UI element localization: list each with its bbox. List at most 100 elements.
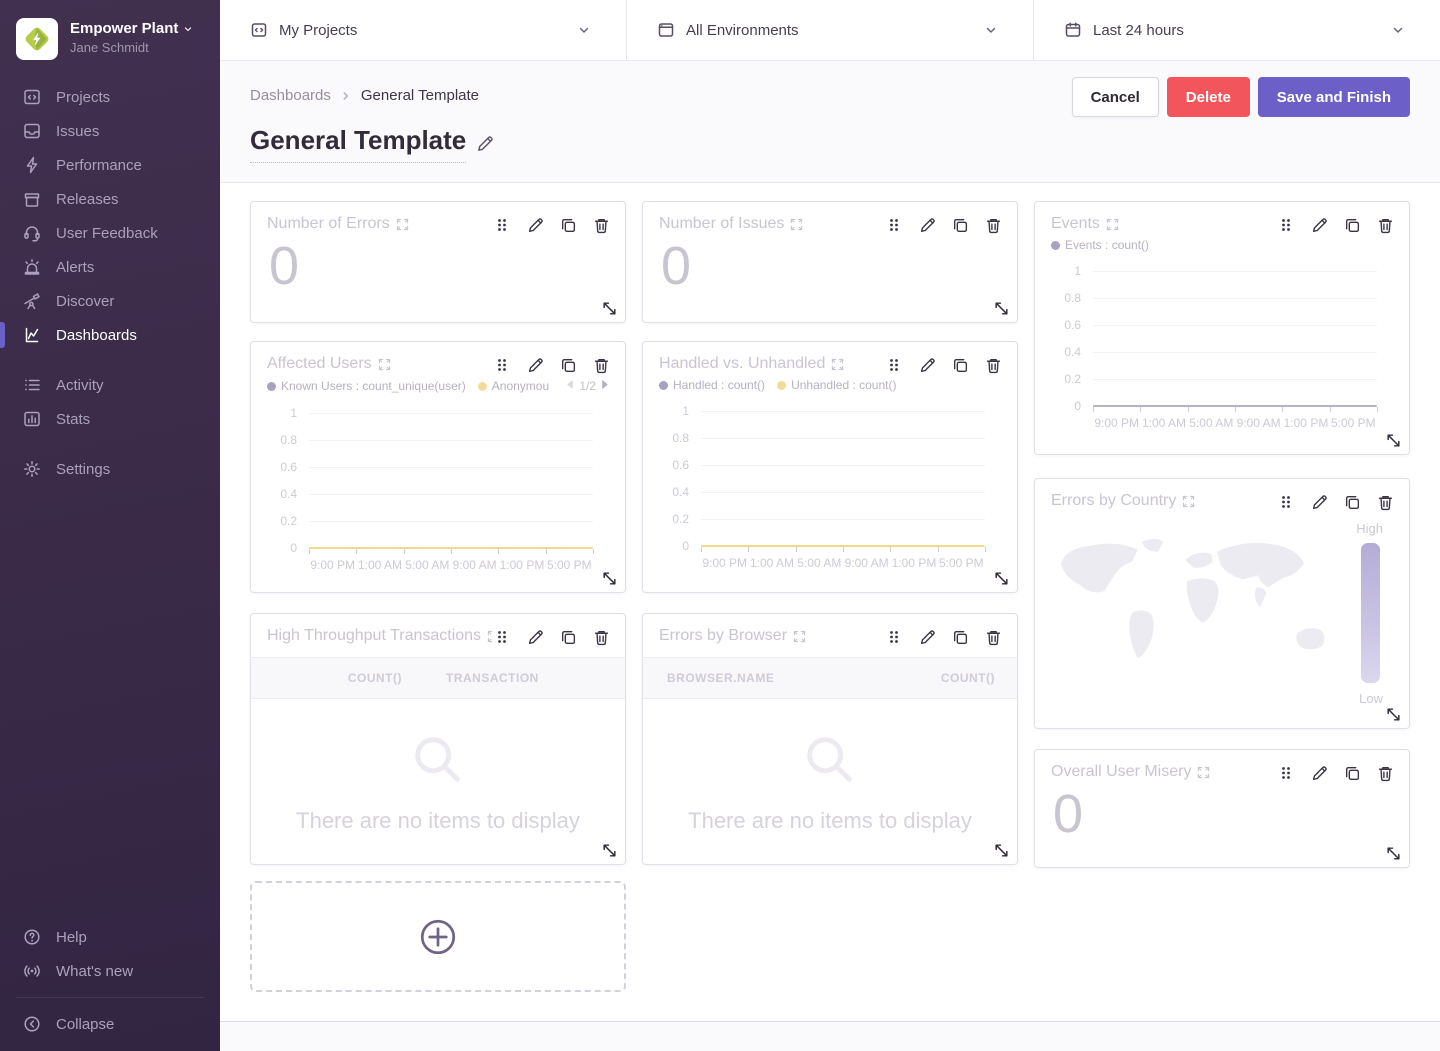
delete-widget-icon[interactable]	[591, 627, 611, 647]
sidebar-item-dashboards[interactable]: Dashboards	[0, 318, 220, 352]
drag-handle-icon[interactable]	[1276, 763, 1296, 783]
column-header[interactable]: COUNT()	[941, 671, 1017, 685]
pagination-prev-icon[interactable]	[564, 378, 575, 394]
sidebar-item-performance[interactable]: Performance	[0, 148, 220, 182]
drag-handle-icon[interactable]	[884, 355, 904, 375]
resize-handle-icon[interactable]	[601, 842, 618, 859]
delete-widget-icon[interactable]	[983, 215, 1003, 235]
delete-widget-icon[interactable]	[591, 215, 611, 235]
resize-handle-icon[interactable]	[1385, 845, 1402, 862]
resize-handle-icon[interactable]	[993, 300, 1010, 317]
expand-icon[interactable]	[793, 630, 806, 643]
resize-handle-icon[interactable]	[1385, 432, 1402, 449]
expand-icon[interactable]	[1197, 766, 1210, 779]
expand-icon[interactable]	[831, 358, 844, 371]
sidebar-item-activity[interactable]: Activity	[0, 368, 220, 402]
resize-handle-icon[interactable]	[601, 570, 618, 587]
drag-handle-icon[interactable]	[492, 355, 512, 375]
delete-widget-icon[interactable]	[1375, 215, 1395, 235]
sidebar-item-label: Releases	[56, 191, 119, 208]
widget-value: 0	[1053, 785, 1409, 843]
sidebar-item-stats[interactable]: Stats	[0, 402, 220, 436]
duplicate-widget-icon[interactable]	[558, 355, 578, 375]
column-header[interactable]: BROWSER.NAME	[643, 671, 941, 685]
expand-icon[interactable]	[378, 358, 391, 371]
org-logo	[16, 18, 58, 60]
chevron-down-icon	[983, 22, 999, 38]
widget-value: 0	[269, 237, 625, 295]
edit-title-icon[interactable]	[476, 135, 494, 153]
delete-widget-icon[interactable]	[591, 355, 611, 375]
add-widget-button[interactable]	[250, 881, 626, 992]
drag-handle-icon[interactable]	[1276, 492, 1296, 512]
duplicate-widget-icon[interactable]	[950, 627, 970, 647]
resize-handle-icon[interactable]	[993, 842, 1010, 859]
resize-handle-icon[interactable]	[993, 570, 1010, 587]
sidebar-item-label: Alerts	[56, 259, 94, 276]
legend-label: Known Users : count_unique(user)	[281, 379, 466, 393]
edit-widget-icon[interactable]	[525, 627, 545, 647]
drag-handle-icon[interactable]	[884, 627, 904, 647]
legend-item[interactable]: Unhandled : count()	[777, 378, 896, 392]
sidebar-item-settings[interactable]: Settings	[0, 452, 220, 486]
environment-filter-dropdown[interactable]: All Environments	[626, 0, 1033, 60]
sidebar-item-alerts[interactable]: Alerts	[0, 250, 220, 284]
resize-handle-icon[interactable]	[601, 300, 618, 317]
time-range-dropdown[interactable]: Last 24 hours	[1033, 0, 1440, 60]
sidebar-item-discover[interactable]: Discover	[0, 284, 220, 318]
drag-handle-icon[interactable]	[884, 215, 904, 235]
edit-widget-icon[interactable]	[525, 355, 545, 375]
sidebar-item-user-feedback[interactable]: User Feedback	[0, 216, 220, 250]
duplicate-widget-icon[interactable]	[1342, 492, 1362, 512]
edit-widget-icon[interactable]	[1309, 763, 1329, 783]
page-header: Dashboards General Template Cancel Delet…	[220, 61, 1440, 182]
pagination-next-icon[interactable]	[600, 378, 611, 394]
save-and-finish-button[interactable]: Save and Finish	[1258, 77, 1410, 117]
breadcrumb-dashboards[interactable]: Dashboards	[250, 87, 331, 104]
edit-widget-icon[interactable]	[1309, 215, 1329, 235]
column-header[interactable]: TRANSACTION	[438, 671, 625, 685]
drag-handle-icon[interactable]	[1276, 215, 1296, 235]
column-header[interactable]: COUNT()	[251, 671, 438, 685]
drag-handle-icon[interactable]	[492, 215, 512, 235]
edit-widget-icon[interactable]	[1309, 492, 1329, 512]
sidebar-item-help[interactable]: Help	[0, 920, 220, 954]
sidebar-item-issues[interactable]: Issues	[0, 114, 220, 148]
edit-widget-icon[interactable]	[917, 355, 937, 375]
page-title[interactable]: General Template	[250, 125, 466, 163]
duplicate-widget-icon[interactable]	[1342, 763, 1362, 783]
legend-dot	[777, 381, 786, 390]
sidebar-item-collapse[interactable]: Collapse	[0, 1007, 220, 1041]
org-switcher[interactable]: Empower Plant Jane Schmidt	[0, 0, 220, 76]
sidebar-item-whats-new[interactable]: What's new	[0, 954, 220, 988]
legend-item[interactable]: Events : count()	[1051, 238, 1149, 252]
legend-item[interactable]: Known Users : count_unique(user)	[267, 379, 466, 393]
legend-item[interactable]: Handled : count()	[659, 378, 765, 392]
widget-title: Affected Users	[267, 355, 372, 373]
drag-handle-icon[interactable]	[492, 627, 512, 647]
edit-widget-icon[interactable]	[917, 627, 937, 647]
legend-item[interactable]: Anonymou	[478, 379, 553, 393]
expand-icon[interactable]	[790, 218, 803, 231]
delete-widget-icon[interactable]	[983, 627, 1003, 647]
legend-dot	[478, 382, 487, 391]
cancel-button[interactable]: Cancel	[1072, 77, 1159, 117]
expand-icon[interactable]	[396, 218, 409, 231]
delete-widget-icon[interactable]	[1375, 763, 1395, 783]
duplicate-widget-icon[interactable]	[950, 355, 970, 375]
expand-icon[interactable]	[1182, 495, 1195, 508]
duplicate-widget-icon[interactable]	[558, 215, 578, 235]
duplicate-widget-icon[interactable]	[950, 215, 970, 235]
sidebar-item-releases[interactable]: Releases	[0, 182, 220, 216]
resize-handle-icon[interactable]	[1385, 706, 1402, 723]
edit-widget-icon[interactable]	[525, 215, 545, 235]
edit-widget-icon[interactable]	[917, 215, 937, 235]
expand-icon[interactable]	[1106, 218, 1119, 231]
delete-widget-icon[interactable]	[983, 355, 1003, 375]
duplicate-widget-icon[interactable]	[558, 627, 578, 647]
project-filter-dropdown[interactable]: My Projects	[220, 0, 626, 60]
duplicate-widget-icon[interactable]	[1342, 215, 1362, 235]
sidebar-item-projects[interactable]: Projects	[0, 80, 220, 114]
delete-button[interactable]: Delete	[1167, 77, 1250, 117]
delete-widget-icon[interactable]	[1375, 492, 1395, 512]
